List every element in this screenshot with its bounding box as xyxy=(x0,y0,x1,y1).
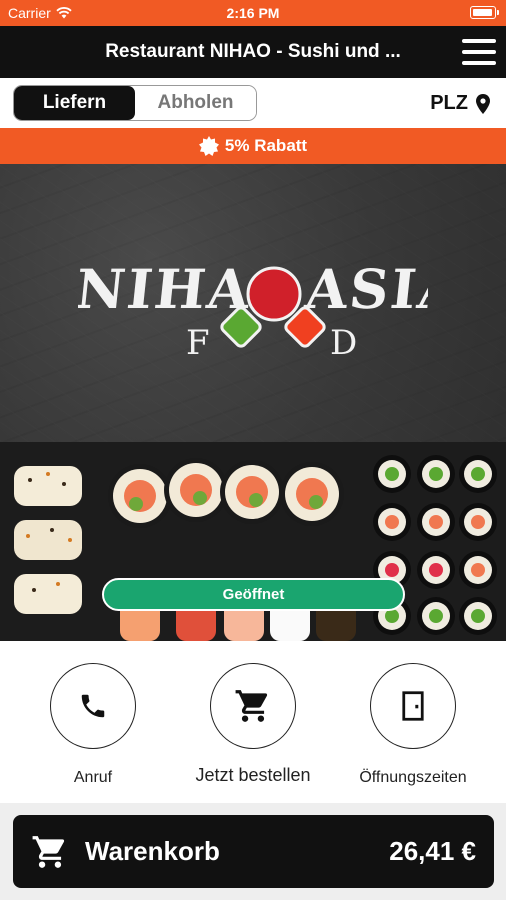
restaurant-logo: NIHAO ASIA F D xyxy=(78,257,428,360)
delivery-mode-toggle: Liefern Abholen xyxy=(13,85,257,121)
sushi-platter-image xyxy=(14,455,497,641)
hamburger-menu-icon[interactable] xyxy=(462,39,496,65)
order-now-label: Jetzt bestellen xyxy=(195,765,311,785)
phone-icon xyxy=(81,694,105,718)
battery-icon xyxy=(470,6,499,19)
call-button-circle[interactable] xyxy=(50,663,136,749)
salmon-rolls xyxy=(108,458,344,528)
badge-star-icon xyxy=(198,136,219,156)
cart-button[interactable]: Warenkorb 26,41 € xyxy=(13,815,494,888)
tab-liefern[interactable]: Liefern xyxy=(14,86,135,120)
logo-text-d: D xyxy=(330,323,357,360)
sesame-rolls xyxy=(14,466,82,614)
logo-text-asia: ASIA xyxy=(302,257,428,321)
cart-label: Warenkorb xyxy=(85,836,220,866)
status-bar: Carrier 2:16 PM xyxy=(0,0,506,26)
plz-label: PLZ xyxy=(430,92,468,114)
opening-hours-label: Öffnungszeiten xyxy=(359,769,467,786)
order-now-button[interactable]: Jetzt bestellen xyxy=(178,663,328,786)
tab-abholen[interactable]: Abholen xyxy=(135,86,256,120)
location-pin-icon xyxy=(476,93,490,114)
nav-bar: Restaurant NIHAO - Sushi und ... xyxy=(0,26,506,78)
discount-label: 5% Rabatt xyxy=(224,136,308,155)
cart-total: 26,41 € xyxy=(389,836,476,866)
order-now-circle[interactable] xyxy=(210,663,296,749)
logo-text-f: F xyxy=(186,323,210,360)
open-status-pill: Geöffnet xyxy=(102,578,405,611)
opening-hours-button[interactable]: Öffnungszeiten xyxy=(338,663,488,787)
call-button[interactable]: Anruf xyxy=(18,663,168,787)
discount-banner[interactable]: 5% Rabatt xyxy=(0,128,506,164)
cart-icon xyxy=(235,690,268,722)
opening-hours-circle[interactable] xyxy=(370,663,456,749)
page-title: Restaurant NIHAO - Sushi und ... xyxy=(105,41,401,62)
restaurant-hero-image: NIHAO ASIA F D Geöffnet xyxy=(0,164,506,641)
shopping-cart-icon xyxy=(32,836,65,868)
door-icon xyxy=(402,691,424,721)
cart-footer: Warenkorb 26,41 € xyxy=(0,803,506,900)
quick-actions: Anruf Jetzt bestellen Öffnungszeiten xyxy=(0,641,506,803)
clock: 2:16 PM xyxy=(226,5,280,21)
logo-red-circle xyxy=(246,266,302,322)
call-label: Anruf xyxy=(73,769,113,786)
delivery-mode-row: Liefern Abholen PLZ xyxy=(0,78,506,128)
plz-button[interactable]: PLZ xyxy=(430,92,490,115)
